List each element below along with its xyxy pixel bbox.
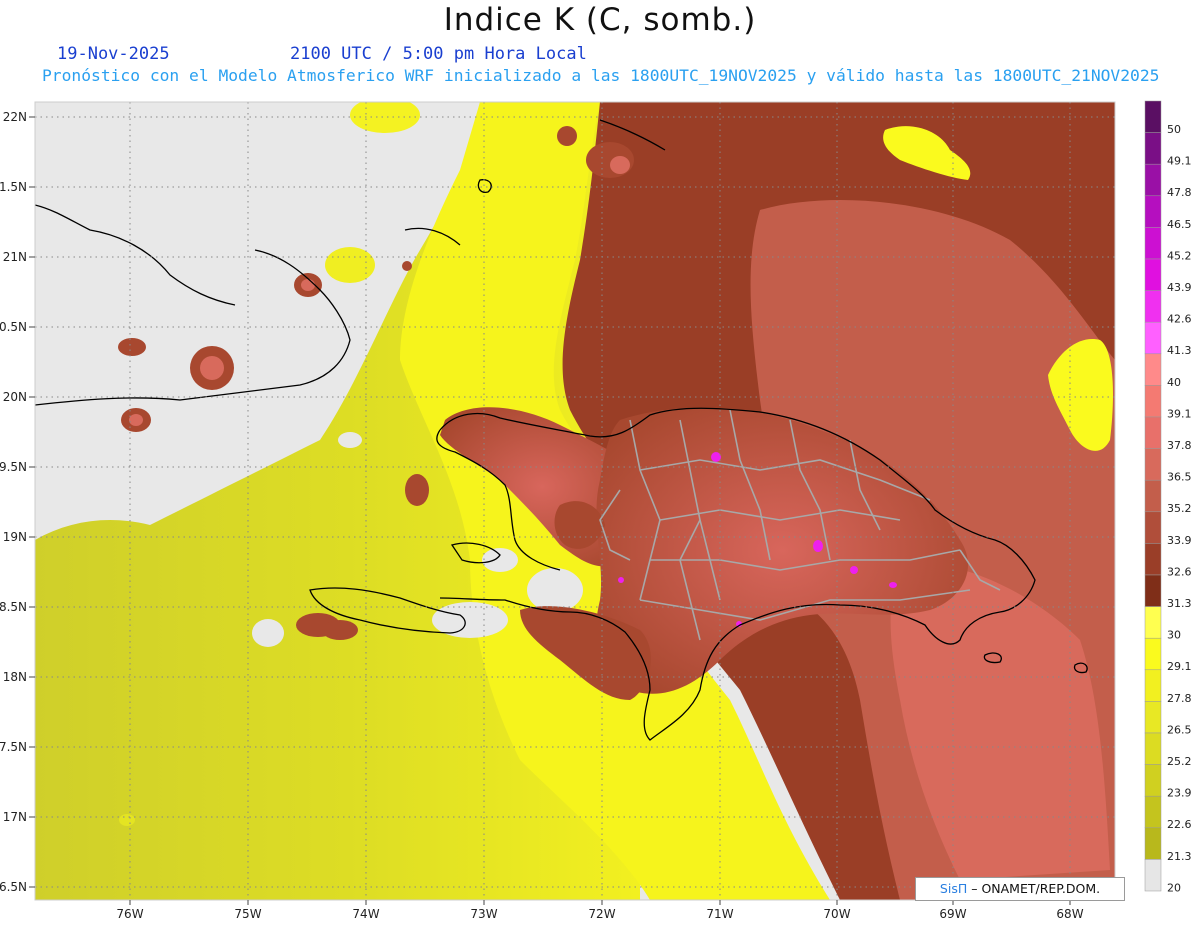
longitude-labels: 76W 75W 74W 73W 72W 71W 70W 69W 68W: [116, 907, 1083, 921]
credit-brand: SisΠ: [939, 881, 968, 896]
colorbar-swatch: [1144, 448, 1162, 481]
lon-label: 71W: [706, 907, 733, 921]
colorbar-swatch: [1144, 195, 1162, 228]
colorbar-label: 33.9: [1167, 534, 1192, 547]
lat-label: 18N: [3, 670, 27, 684]
colorbar-swatch: [1144, 669, 1162, 702]
colorbar-label: 23.9: [1167, 787, 1192, 800]
lon-label: 75W: [234, 907, 261, 921]
colorbar-swatch: [1144, 163, 1162, 197]
lat-label: 6.5N: [0, 880, 27, 894]
colorbar-label: 46.5: [1167, 218, 1192, 231]
colorbar-label: 32.6: [1167, 565, 1192, 578]
colorbar-label: 35.2: [1167, 502, 1192, 515]
lon-label: 76W: [116, 907, 143, 921]
colorbar-label: 45.2: [1167, 249, 1192, 262]
colorbar-swatch: [1144, 637, 1162, 671]
lon-label: 70W: [823, 907, 850, 921]
colorbar-swatch: [1144, 416, 1162, 449]
low-hole: [527, 568, 583, 612]
colorbar-label: 50: [1167, 123, 1181, 136]
colorbar-label: 40: [1167, 376, 1181, 389]
latitude-labels: 22N 1.5N 21N 0.5N 20N 9.5N 19N 8.5N 18N …: [0, 110, 27, 894]
colorbar-label: 20: [1167, 881, 1181, 894]
colorbar-swatch: [1144, 258, 1162, 291]
colorbar-swatch: [1144, 227, 1162, 260]
colorbar-swatch: [1144, 511, 1162, 544]
lon-label: 68W: [1056, 907, 1083, 921]
lon-label: 73W: [470, 907, 497, 921]
colorbar-swatch: [1144, 543, 1162, 576]
low-hole: [252, 619, 284, 647]
yellow-patch: [325, 247, 375, 283]
colorbar-label: 25.2: [1167, 755, 1192, 768]
colorbar-label: 47.8: [1167, 186, 1192, 199]
colorbar-swatch: [1144, 385, 1162, 418]
lat-label: 17N: [3, 810, 27, 824]
colorbar-label: 42.6: [1167, 313, 1192, 326]
credit-text: – ONAMET/REP.DOM.: [971, 881, 1101, 896]
colorbar-label: 30: [1167, 629, 1181, 642]
colorbar-swatch: [1144, 290, 1162, 323]
k-index-map: 22N 1.5N 21N 0.5N 20N 9.5N 19N 8.5N 18N …: [0, 100, 1192, 921]
colorbar-label: 22.6: [1167, 818, 1192, 831]
colorbar-label: 37.8: [1167, 439, 1192, 452]
lon-label: 74W: [352, 907, 379, 921]
yellow-patch: [119, 814, 135, 826]
colorbar-label: 21.3: [1167, 850, 1192, 863]
colorbar-swatch: [1144, 321, 1162, 355]
lat-label: 19N: [3, 530, 27, 544]
colorbar-swatch: [1144, 764, 1162, 797]
colorbar-label: 27.8: [1167, 692, 1192, 705]
colorbar-swatch: [1144, 795, 1162, 829]
colorbar-swatch: [1144, 732, 1162, 765]
latitude-ticks: [29, 116, 35, 888]
colorbar-label: 26.5: [1167, 723, 1192, 736]
low-hole: [482, 548, 518, 572]
colorbar-swatch: [1144, 574, 1162, 607]
colorbar-swatch: [1144, 827, 1162, 860]
plot-area: [35, 102, 1115, 900]
colorbar-swatch: [1144, 353, 1162, 386]
lat-label: 1.5N: [0, 180, 27, 194]
lat-label: 9.5N: [0, 460, 27, 474]
lon-label: 72W: [588, 907, 615, 921]
colorbar: 50 49.1 47.8 46.5 45.2 43.9 42.6 41.3 40 39.1 37.8…: [1144, 100, 1192, 894]
colorbar-label: 36.5: [1167, 471, 1192, 484]
colorbar-label: 41.3: [1167, 344, 1192, 357]
credit-box: SisΠ – ONAMET/REP.DOM.: [915, 877, 1125, 901]
low-hole: [338, 432, 362, 448]
lat-label: 7.5N: [0, 740, 27, 754]
lat-label: 0.5N: [0, 320, 27, 334]
lat-label: 21N: [3, 250, 27, 264]
colorbar-swatch: [1144, 132, 1162, 165]
colorbar-label: 49.1: [1167, 155, 1192, 168]
colorbar-swatch: [1144, 701, 1162, 734]
colorbar-swatch: [1144, 479, 1162, 513]
colorbar-label: 43.9: [1167, 281, 1192, 294]
lat-label: 8.5N: [0, 600, 27, 614]
lon-label: 69W: [939, 907, 966, 921]
colorbar-label: 29.1: [1167, 660, 1192, 673]
colorbar-swatch: [1144, 859, 1162, 892]
lat-label: 20N: [3, 390, 27, 404]
colorbar-label: 39.1: [1167, 407, 1192, 420]
colorbar-swatch: [1144, 100, 1162, 133]
lat-label: 22N: [3, 110, 27, 124]
colorbar-swatch: [1144, 606, 1162, 639]
colorbar-label: 31.3: [1167, 597, 1192, 610]
